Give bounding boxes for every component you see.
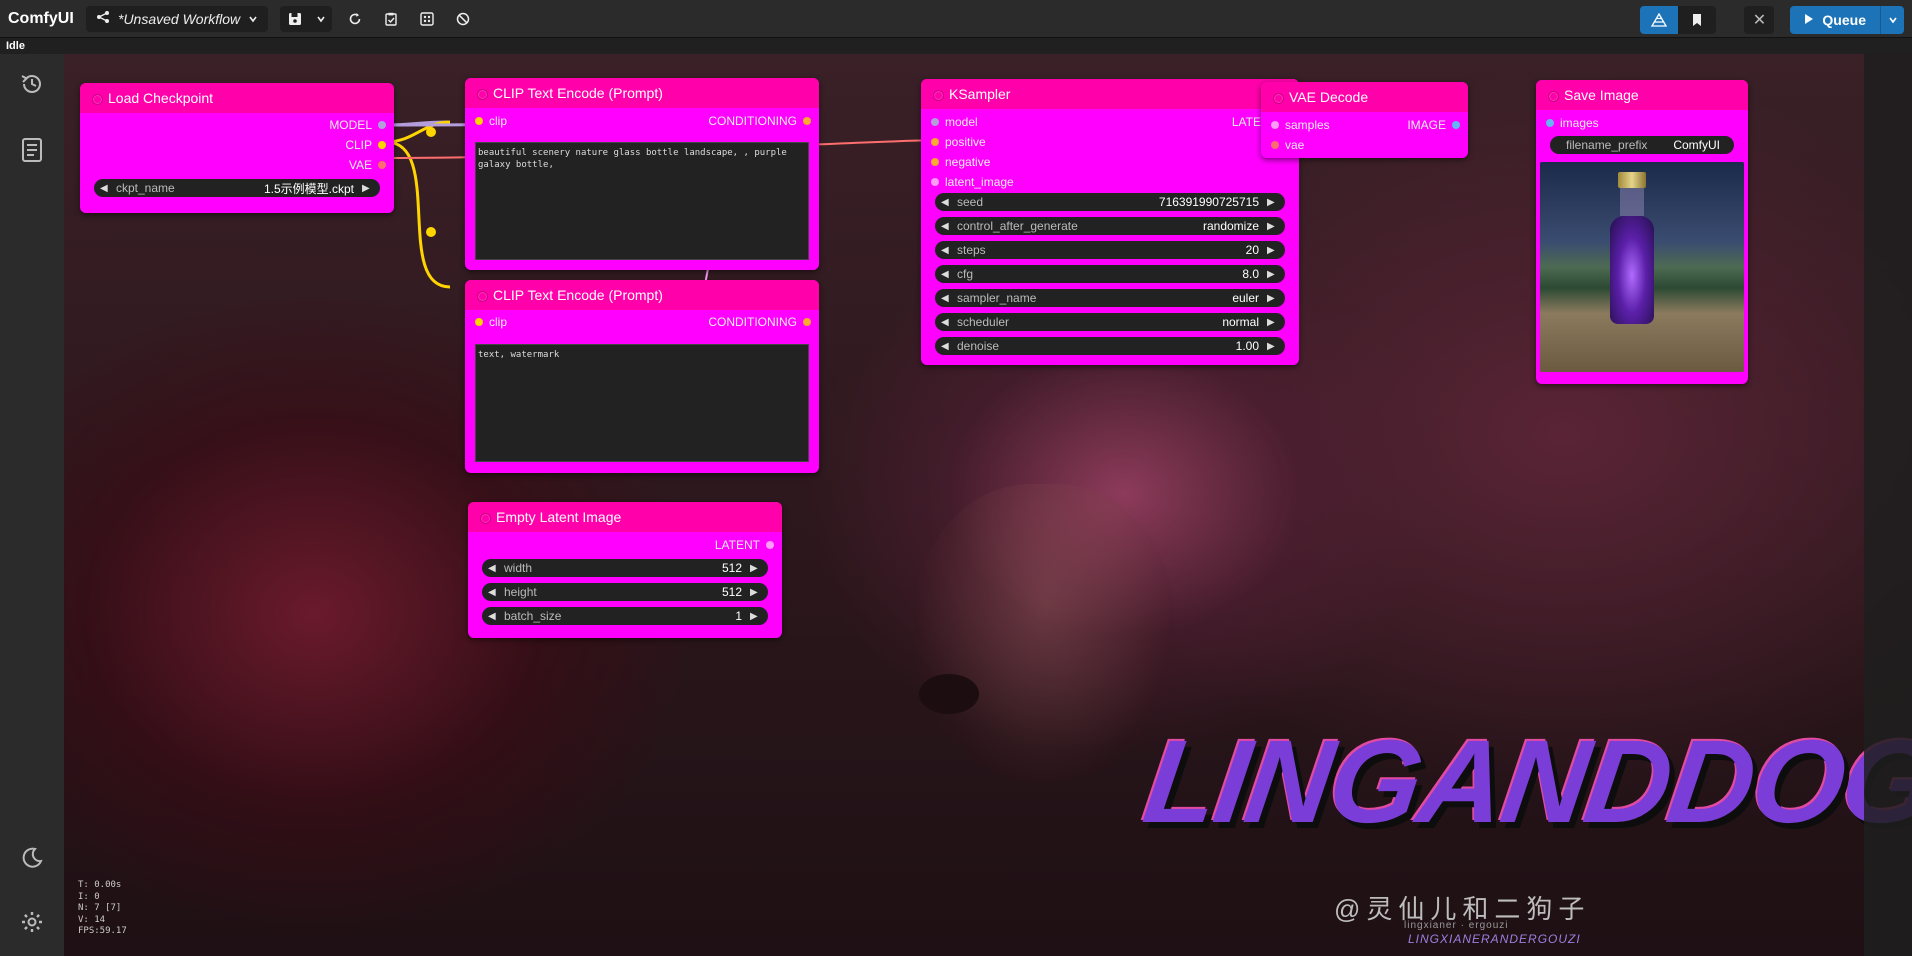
widget-ckpt-name[interactable]: ◀ ckpt_name 1.5示例模型.ckpt ▶ [94,179,380,197]
stat-nodes: N: 7 [7] [78,903,122,914]
input-latent-image[interactable]: latent_image [927,174,1014,190]
node-clip-text-encode-negative[interactable]: CLIP Text Encode (Prompt) clip CONDITION… [465,280,819,473]
node-save-image[interactable]: Save Image images filename_prefix ComfyU… [1536,80,1748,384]
chevron-down-icon[interactable] [310,6,332,32]
output-latent[interactable]: LATENT [715,537,776,553]
queue-button[interactable]: Queue [1790,6,1880,34]
prompt-textarea[interactable]: beautiful scenery nature glass bottle la… [475,142,809,260]
widget-denoise[interactable]: ◀ denoise 1.00 ▶ [935,337,1285,355]
output-image-preview[interactable] [1540,162,1744,372]
node-title: CLIP Text Encode (Prompt) [465,78,819,108]
output-model[interactable]: MODEL [329,117,388,133]
share-icon [96,10,110,27]
chevron-down-icon[interactable] [1880,6,1904,34]
clipboard-icon[interactable] [376,6,406,32]
widget-cfg[interactable]: ◀ cfg 8.0 ▶ [935,265,1285,283]
graph-canvas[interactable]: LINGANDDOG @灵仙儿和二狗子 lingxianer · ergouzi… [64,54,1912,956]
play-icon [1804,12,1814,28]
status-text: Idle [0,38,1912,54]
gear-icon[interactable] [14,904,50,940]
node-title: Load Checkpoint [80,83,394,113]
input-clip[interactable]: clip [471,314,507,330]
node-empty-latent-image[interactable]: Empty Latent Image LATENT ◀ width 512 ▶ ◀ he… [468,502,782,638]
widget-scheduler[interactable]: ◀ scheduler normal ▶ [935,313,1285,331]
queue-button-group: Queue [1790,6,1904,34]
node-load-checkpoint[interactable]: Load Checkpoint MODEL CLIP VAE ◀ ckpt_na… [80,83,394,213]
widget-steps[interactable]: ◀ steps 20 ▶ [935,241,1285,259]
input-positive[interactable]: positive [927,134,986,150]
moon-icon[interactable] [14,840,50,876]
stat-fps: FPS:59.17 [78,926,127,937]
sidebar [0,54,64,956]
save-icon[interactable] [280,6,310,32]
node-title: CLIP Text Encode (Prompt) [465,280,819,310]
node-title: KSampler [921,79,1299,109]
arrow-right-icon: ▶ [362,182,370,194]
arrow-left-icon: ◀ [100,182,108,194]
input-vae[interactable]: vae [1267,137,1304,153]
widget-control-after-generate[interactable]: ◀ control_after_generate randomize ▶ [935,217,1285,235]
node-ksampler[interactable]: KSampler model positive negative latent_… [921,79,1299,365]
workflow-selector[interactable]: *Unsaved Workflow [86,5,269,32]
node-title: Save Image [1536,80,1748,110]
canvas-stats: T: 0.00s I: 0 N: 7 [7] V: 14 FPS:59.17 [78,880,127,938]
view-toggle-group [1640,6,1717,34]
widget-sampler-name[interactable]: ◀ sampler_name euler ▶ [935,289,1285,307]
app-brand: ComfyUI [8,9,74,27]
refresh-icon[interactable] [340,6,370,32]
stat-v: V: 14 [78,914,106,925]
widget-height[interactable]: ◀ height 512 ▶ [482,583,768,601]
output-clip[interactable]: CLIP [345,137,388,153]
close-icon[interactable]: ✕ [1744,6,1775,34]
input-model[interactable]: model [927,114,978,130]
node-library-icon[interactable] [1640,6,1679,34]
output-image[interactable]: IMAGE [1407,117,1462,133]
widget-filename-prefix[interactable]: filename_prefix ComfyUI [1550,136,1734,154]
library-icon[interactable] [14,132,50,168]
input-negative[interactable]: negative [927,154,990,170]
widget-batch-size[interactable]: ◀ batch_size 1 ▶ [482,607,768,625]
workflow-title: *Unsaved Workflow [118,10,241,27]
stat-i: I: 0 [78,891,100,902]
output-vae[interactable]: VAE [349,157,388,173]
node-title: Empty Latent Image [468,502,782,532]
prompt-textarea[interactable]: text, watermark [475,344,809,462]
chevron-down-icon [248,11,258,27]
fit-view-icon[interactable] [412,6,442,32]
node-clip-text-encode-positive[interactable]: CLIP Text Encode (Prompt) clip CONDITION… [465,78,819,270]
output-conditioning[interactable]: CONDITIONING [708,314,813,330]
input-clip[interactable]: clip [471,113,507,129]
input-images[interactable]: images [1542,115,1599,131]
bottle-image [1610,172,1654,327]
input-samples[interactable]: samples [1267,117,1330,133]
node-vae-decode[interactable]: VAE Decode samples vae IMAGE [1261,82,1468,158]
widget-seed[interactable]: ◀ seed 716391990725715 ▶ [935,193,1285,211]
node-title: VAE Decode [1261,82,1468,112]
bookmark-icon[interactable] [1678,6,1716,34]
top-menu-bar: ComfyUI *Unsaved Workflow ✕ Queue [0,0,1912,38]
output-conditioning[interactable]: CONDITIONING [708,113,813,129]
stat-time: T: 0.00s [78,880,122,890]
clear-icon[interactable] [448,6,478,32]
queue-label: Queue [1822,12,1866,28]
save-button-group [280,5,333,32]
history-icon[interactable] [14,66,50,102]
widget-width[interactable]: ◀ width 512 ▶ [482,559,768,577]
